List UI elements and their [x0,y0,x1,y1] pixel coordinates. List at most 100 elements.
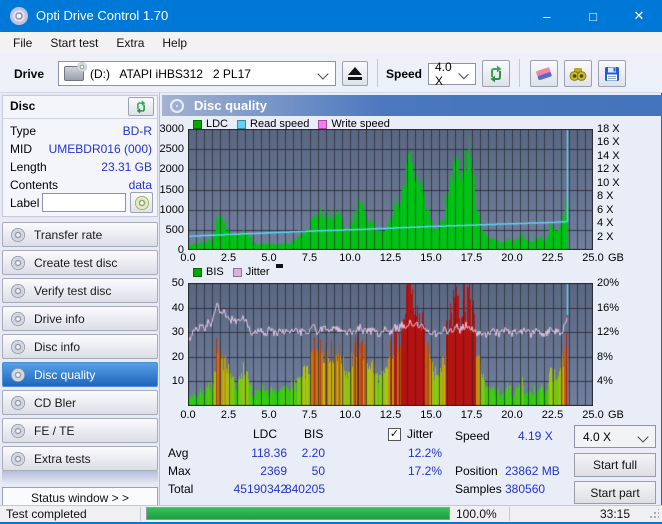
sidebar-item-label: CD Bler [34,395,77,410]
stats-row-label: Total [168,482,194,496]
elapsed-time: 33:15 [599,507,630,521]
disc-icon [11,423,25,438]
legend-swatch [193,267,202,277]
sidebar-item-verify-test-disc[interactable]: Verify test disc [2,278,158,303]
stats-bis-value: 50 [311,464,325,478]
top-chart-x-tick: 7.5 [301,252,318,264]
sidebar-item-disc-quality[interactable]: Disc quality [2,362,158,387]
jitter-checkbox[interactable]: ✓ [388,428,401,441]
bottom-chart-x-tick: 17.5 [460,409,483,421]
refresh-button[interactable] [482,60,510,87]
toolbar-separator [377,59,378,87]
sidebar-item-extra-tests[interactable]: Extra tests [2,446,158,471]
disc-icon [11,227,25,242]
stats-position-label: Position [455,464,498,478]
top-chart-x-tick: 20.0 [501,252,523,264]
bottom-chart-x-tick: 12.5 [379,409,402,421]
panel-title: Disc quality [194,98,267,113]
sidebar-item-create-test-disc[interactable]: Create test disc [2,250,158,275]
sidebar-item-transfer-rate[interactable]: Transfer rate [2,222,158,247]
drive-icon [64,62,87,81]
bottom-chart-x-tick: 20.0 [501,409,523,421]
app-cd-icon [10,7,28,25]
erase-disc-button[interactable] [530,60,558,87]
window-title: Opti Drive Control 1.70 [36,8,169,23]
disc-panel-divider [3,118,157,119]
minimize-button[interactable]: – [524,0,570,32]
bottom-chart-right-tick: 20% [597,277,620,289]
quality-speed-value: 4.0 X [583,429,612,444]
stats-row-label: Avg [168,446,189,460]
refresh-icon [136,99,146,114]
resize-grip[interactable] [649,509,659,519]
stats-samples-value: 380560 [505,482,546,496]
menu-item-file[interactable]: File [4,32,41,54]
bottom-chart-x-tick: 10.0 [339,409,361,421]
disc-icon [11,339,25,354]
menu-bar: File Start test Extra Help [0,32,662,54]
status-text: Test completed [6,507,87,521]
eject-button[interactable] [342,61,368,86]
bottom-chart-x-unit: GB [608,409,624,421]
stats-position-value: 23862 MB [505,464,560,478]
stats-jitter-value: 12.2% [407,446,442,460]
progress-percent: 100.0% [456,507,497,521]
stats-bis-value: 2.20 [301,446,325,460]
top-chart-right-tick: 6 X [597,203,614,216]
maximize-button[interactable]: □ [570,0,616,32]
bottom-chart-left-tick: 20 [171,350,184,363]
eject-icon [348,67,362,75]
close-button[interactable]: ✕ [616,0,662,32]
top-chart-x-tick: 2.5 [220,252,237,264]
save-button[interactable] [598,60,626,87]
top-chart-right-tick: 16 X [597,136,620,149]
start-full-button[interactable]: Start full [574,453,656,477]
speed-select[interactable]: 4.0 X [428,60,476,88]
sidebar-item-fe-te[interactable]: FE / TE [2,418,158,443]
top-chart-right-tick: 12 X [597,163,620,176]
menu-item-start-test[interactable]: Start test [41,32,107,54]
top-chart-left-tick: 2500 [159,143,184,156]
bottom-chart-left-tick: 50 [171,277,184,289]
legend-swatch [237,119,247,129]
refresh-icon [490,65,502,82]
top-chart-x-tick: 15.0 [420,252,442,264]
menu-item-extra[interactable]: Extra [107,32,153,54]
quality-speed-select[interactable]: 4.0 X [574,425,656,448]
legend-swatch [232,267,242,277]
sidebar-item-cd-bler[interactable]: CD Bler [2,390,158,415]
stats-samples-label: Samples [455,482,502,496]
bottom-chart-x-tick: 22.5 [541,409,564,421]
sidebar-item-label: Drive info [34,311,85,326]
bottom-chart-x-tick: 5.0 [261,409,277,421]
speed-label: Speed [386,67,423,81]
stats-jitter-header: Jitter [407,427,434,441]
top-chart-right-tick: 2 X [597,230,614,243]
analyse-button[interactable] [564,60,592,87]
top-chart-x-tick: 17.5 [460,252,483,264]
sidebar-item-drive-info[interactable]: Drive info [2,306,158,331]
app-window: Opti Drive Control 1.70 – □ ✕ File Start … [0,0,662,524]
bottom-chart-right-tick: 4% [597,375,613,388]
top-chart-right-tick: 8 X [597,190,614,203]
disc-refresh-button[interactable] [128,97,154,116]
menu-item-help[interactable]: Help [153,32,196,54]
binoculars-icon [569,67,587,81]
disc-icon [11,283,25,298]
bis-jitter-chart [188,283,593,406]
top-chart-x-tick: 0.0 [180,252,196,264]
sidebar-item-label: Create test disc [34,255,118,270]
start-part-button[interactable]: Start part [574,481,656,504]
sidebar-item-label: FE / TE [34,423,75,438]
top-chart-left-tick: 3000 [159,123,184,135]
ldc-read-speed-chart [188,129,593,250]
sidebar-item-disc-info[interactable]: Disc info [2,334,158,359]
label-input[interactable] [42,193,126,212]
drive-select[interactable]: (D:) ATAPI iHBS312 2 PL17 [58,61,336,86]
save-icon [605,66,619,81]
disc-row-label: MID [10,142,32,156]
top-chart-x-tick: 5.0 [261,252,277,264]
bottom-chart-right-tick: 12% [597,326,620,339]
stats-ldc-header: LDC [253,427,278,441]
top-chart-right-tick: 18 X [597,123,620,135]
